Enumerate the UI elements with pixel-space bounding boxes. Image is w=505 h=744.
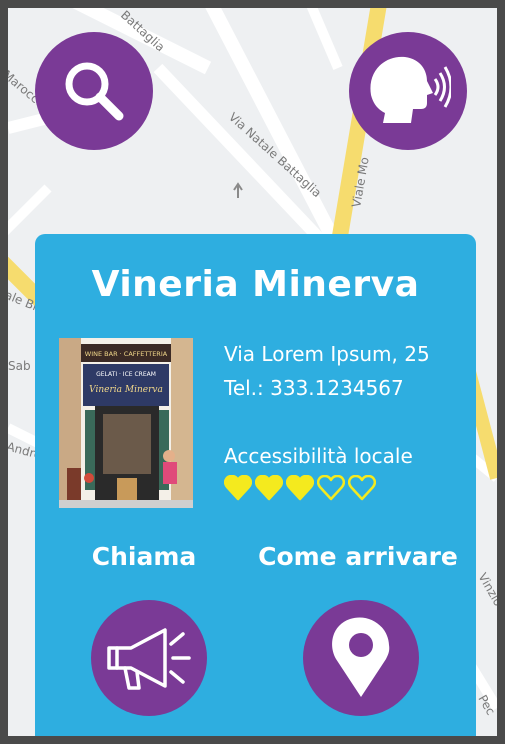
photo-sign-top: WINE BAR · CAFFETTERIA [85,350,168,358]
directions-label: Come arrivare [258,542,458,571]
voice-button[interactable] [349,32,467,150]
map-pin-icon [332,617,390,697]
accessibility-rating [224,475,376,501]
place-title: Vineria Minerva [91,264,420,305]
heart-filled-icon [286,475,314,501]
voice-speaking-icon [370,56,451,123]
map-street-label: Sab [8,359,31,373]
call-label: Chiama [91,542,197,571]
heart-empty-icon [348,475,376,501]
heart-filled-icon [224,475,252,501]
search-button[interactable] [35,32,153,150]
place-address: Via Lorem Ipsum, 25 [224,342,430,366]
place-card: Vineria Minerva WINE BAR · CAFFETTERIA G… [35,234,476,736]
app-screen: Battaglia Via Natale Battaglia Viale Mo … [8,8,497,736]
photo-sign-mid: GELATI · ICE CREAM [96,371,156,378]
call-button[interactable] [91,600,207,716]
place-phone[interactable]: Tel.: 333.1234567 [224,376,404,400]
photo-sign-name: Vineria Minerva [89,385,163,395]
place-photo[interactable]: WINE BAR · CAFFETTERIA GELATI · ICE CREA… [59,338,193,508]
search-icon [65,62,124,121]
directions-button[interactable] [303,600,419,716]
megaphone-icon [107,628,191,690]
accessibility-label: Accessibilità locale [224,444,413,468]
heart-filled-icon [255,475,283,501]
heart-empty-icon [317,475,345,501]
